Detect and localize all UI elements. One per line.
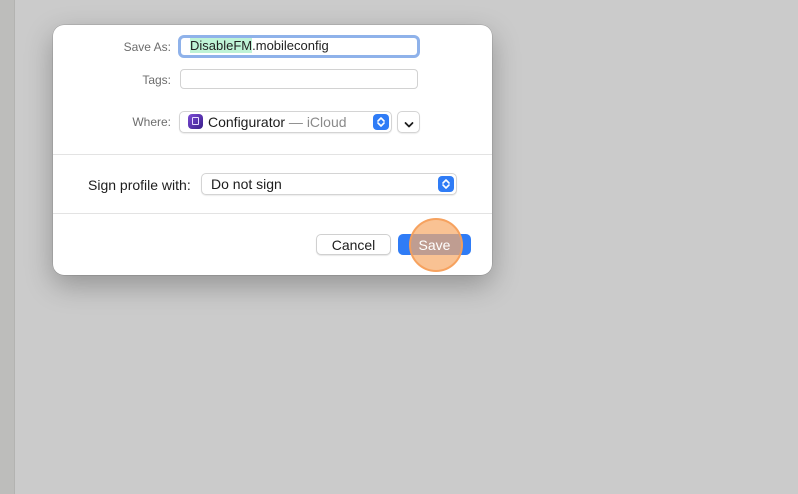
chevron-down-icon [403, 117, 415, 133]
sign-profile-value: Do not sign [211, 176, 282, 192]
save-as-label: Save As: [123, 40, 171, 54]
cancel-button[interactable]: Cancel [316, 234, 391, 255]
stepper-icon [373, 114, 389, 130]
where-suffix: — iCloud [285, 114, 347, 130]
sign-profile-label: Sign profile with: [88, 177, 191, 193]
where-location: Configurator [208, 114, 286, 130]
stepper-icon [438, 176, 454, 192]
tags-label: Tags: [142, 73, 171, 87]
configurator-app-icon [188, 114, 203, 129]
divider [53, 154, 492, 155]
filename-selected-text: DisableFM [190, 38, 253, 53]
save-dialog: Save As: DisableFM.mobileconfig Tags: Wh… [53, 25, 492, 275]
where-label: Where: [132, 115, 171, 129]
divider [53, 213, 492, 214]
save-button-label: Save [418, 236, 451, 253]
sign-profile-popup[interactable]: Do not sign [201, 173, 457, 195]
filename-input[interactable]: DisableFM.mobileconfig [178, 35, 420, 58]
filename-extension: .mobileconfig [252, 38, 329, 53]
where-popup[interactable]: Configurator — iCloud [179, 111, 392, 133]
expand-dialog-button[interactable] [397, 111, 420, 133]
tags-input[interactable] [180, 69, 418, 89]
background-window-edge [0, 0, 15, 494]
